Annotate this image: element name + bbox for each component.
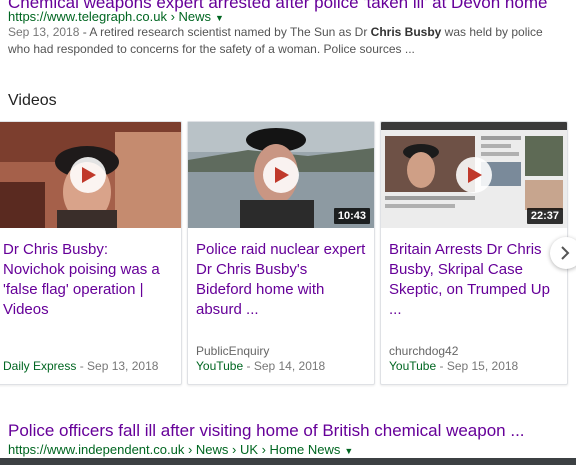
bottom-overlay-bar	[0, 458, 576, 465]
play-icon	[82, 167, 96, 183]
video-title-1[interactable]: Dr Chris Busby: Novichok poising was a '…	[3, 240, 173, 320]
caret-down-icon[interactable]: ▼	[215, 13, 224, 23]
video-card-2[interactable]: 10:43 Police raid nuclear expert Dr Chri…	[187, 121, 375, 385]
video-title-2[interactable]: Police raid nuclear expert Dr Chris Busb…	[196, 240, 366, 320]
video-date-1: - Sep 13, 2018	[76, 359, 159, 373]
result-title-independent[interactable]: Police officers fall ill after visiting …	[8, 421, 525, 441]
video-publisher-1: Daily Express	[3, 359, 77, 373]
result-url-telegraph: https://www.telegraph.co.uk › News ▼	[8, 9, 224, 24]
video-date-2: - Sep 14, 2018	[243, 359, 326, 373]
video-duration-2: 10:43	[333, 208, 370, 224]
play-button[interactable]	[70, 157, 106, 193]
video-meta-3: YouTube - Sep 15, 2018	[389, 359, 518, 373]
video-thumbnail-2: 10:43	[188, 122, 374, 228]
play-icon	[468, 167, 482, 183]
result-url-text-2: https://www.independent.co.uk › News › U…	[8, 442, 341, 457]
videos-heading: Videos	[8, 92, 57, 109]
video-thumbnail-1	[0, 122, 181, 228]
video-channel-3: churchdog42	[389, 344, 459, 358]
video-publisher-3: YouTube	[389, 359, 437, 373]
result-url-text: https://www.telegraph.co.uk › News	[8, 9, 212, 24]
video-carousel: Dr Chris Busby: Novichok poising was a '…	[0, 121, 576, 386]
video-card-1[interactable]: Dr Chris Busby: Novichok poising was a '…	[0, 121, 182, 385]
play-button[interactable]	[456, 157, 492, 193]
play-button[interactable]	[263, 157, 299, 193]
caret-down-icon[interactable]: ▼	[344, 446, 353, 456]
play-icon	[275, 167, 289, 183]
video-publisher-2: YouTube	[196, 359, 244, 373]
video-thumbnail-3: 22:37	[381, 122, 567, 228]
snippet-text-1: - A retired research scientist named by …	[79, 25, 371, 39]
video-date-3: - Sep 15, 2018	[436, 359, 519, 373]
snippet-bold: Chris Busby	[370, 25, 442, 39]
video-card-3[interactable]: 22:37 Britain Arrests Dr Chris Busby, Sk…	[380, 121, 568, 385]
video-meta-2: YouTube - Sep 14, 2018	[196, 359, 325, 373]
video-duration-3: 22:37	[526, 208, 563, 224]
video-channel-2: PublicEnquiry	[196, 344, 270, 358]
video-title-3[interactable]: Britain Arrests Dr Chris Busby, Skripal …	[389, 240, 559, 320]
result-snippet-telegraph: Sep 13, 2018 - A retired research scient…	[8, 24, 558, 58]
carousel-next-button[interactable]	[550, 237, 576, 269]
result-url-independent: https://www.independent.co.uk › News › U…	[8, 442, 353, 457]
video-meta-1: Daily Express - Sep 13, 2018	[3, 359, 158, 373]
snippet-date: Sep 13, 2018	[8, 25, 80, 39]
chevron-right-icon	[561, 246, 570, 260]
